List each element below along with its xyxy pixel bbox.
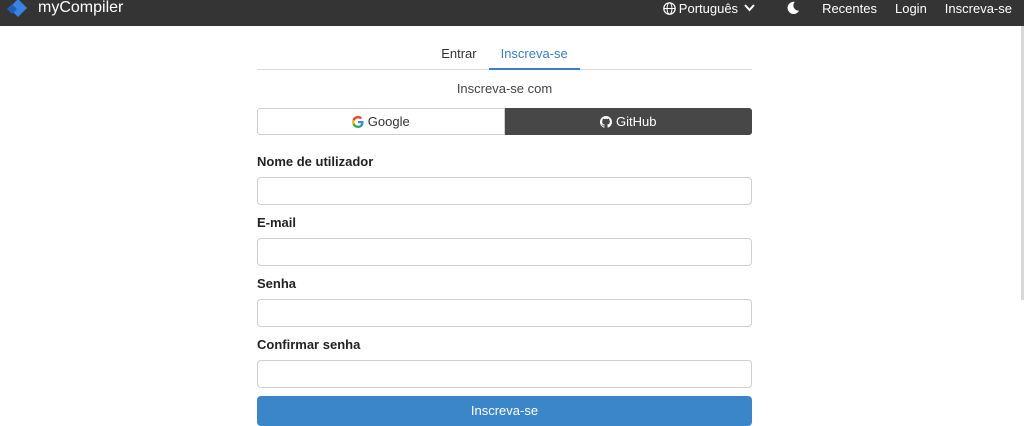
github-label: GitHub [616, 114, 657, 129]
google-label: Google [367, 114, 410, 129]
brand-name: myCompiler [38, 0, 124, 16]
confirm-password-field[interactable] [257, 360, 752, 388]
github-signup-button[interactable]: GitHub [504, 108, 752, 135]
top-navbar: myCompiler Português Recentes Login Insc… [0, 0, 1024, 26]
tab-signup[interactable]: Inscreva-se [488, 26, 580, 70]
nav-login-link[interactable]: Login [895, 1, 927, 16]
auth-tabs: Entrar Inscreva-se [257, 26, 752, 70]
chevron-down-icon [744, 4, 755, 12]
tab-login[interactable]: Entrar [429, 26, 488, 70]
language-label: Português [678, 0, 739, 16]
google-signup-button[interactable]: Google [257, 108, 505, 135]
email-field[interactable] [257, 238, 752, 266]
moon-icon [787, 1, 800, 15]
email-label: E-mail [257, 215, 297, 230]
globe-icon [663, 1, 676, 15]
signup-with-text: Inscreva-se com [456, 81, 553, 96]
nav-signup-link[interactable]: Inscreva-se [945, 1, 1012, 16]
brand-link[interactable]: myCompiler [6, 0, 123, 26]
google-icon [351, 115, 364, 128]
confirm-password-label: Confirmar senha [257, 337, 361, 352]
username-field[interactable] [257, 177, 752, 205]
password-label: Senha [257, 276, 297, 291]
oauth-buttons: Google GitHub [257, 108, 752, 135]
dark-mode-toggle[interactable] [786, 1, 800, 15]
password-field[interactable] [257, 299, 752, 327]
mycompiler-logo-icon [7, 0, 27, 17]
signup-panel: Entrar Inscreva-se Inscreva-se com Googl… [257, 26, 752, 426]
github-icon [600, 115, 613, 128]
language-selector[interactable]: Português [663, 1, 758, 16]
signup-submit-button[interactable]: Inscreva-se [257, 396, 752, 426]
nav-recent-link[interactable]: Recentes [822, 1, 877, 16]
username-label: Nome de utilizador [257, 154, 374, 169]
